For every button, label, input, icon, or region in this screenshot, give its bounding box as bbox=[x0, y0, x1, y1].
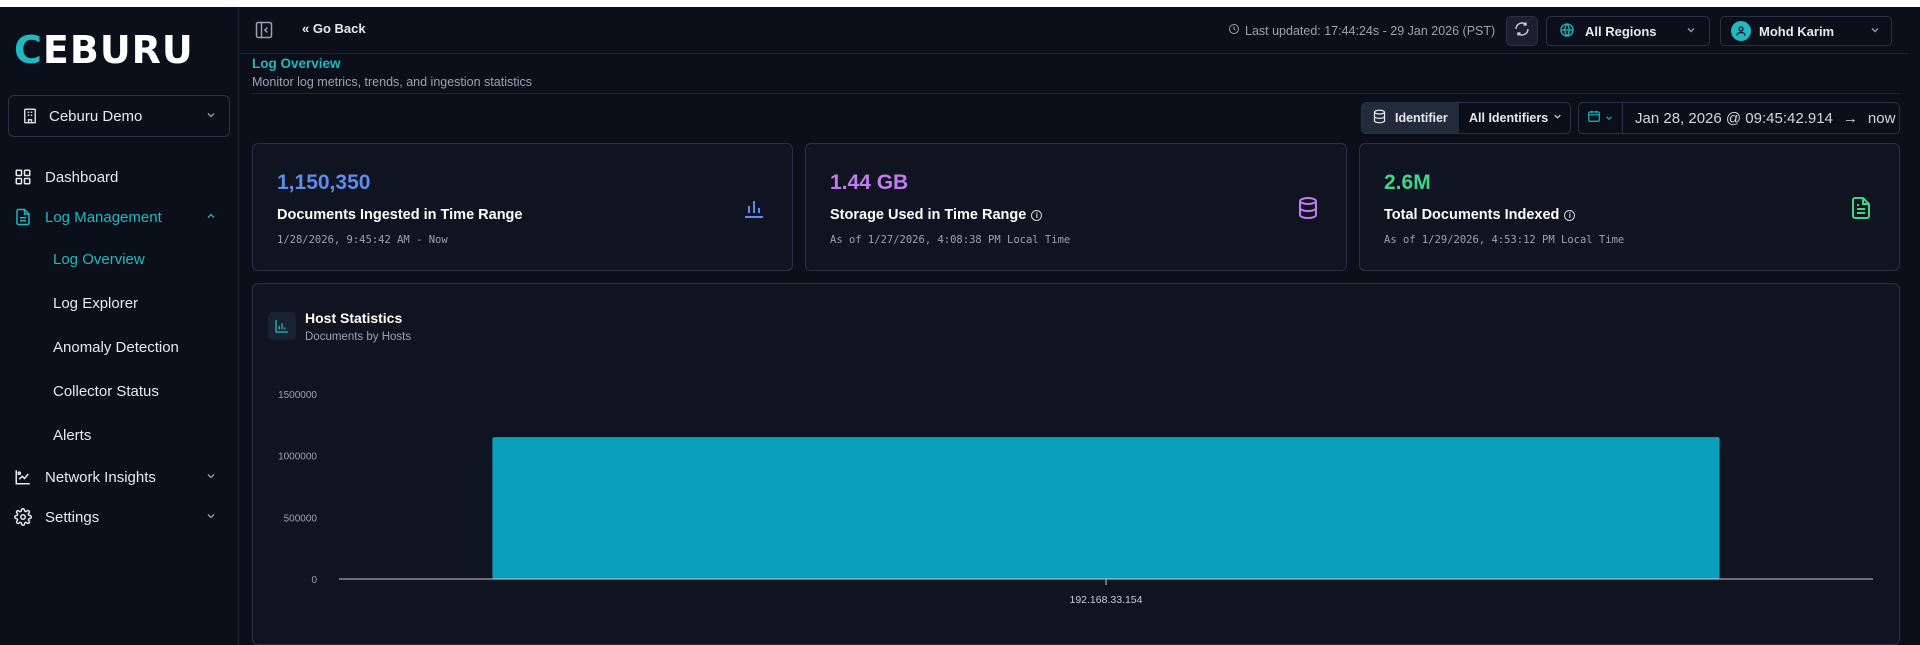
sidebar-item-label: Settings bbox=[45, 508, 100, 526]
gear-icon bbox=[14, 508, 32, 526]
refresh-button[interactable] bbox=[1506, 16, 1538, 46]
y-tick-label: 1000000 bbox=[278, 452, 317, 463]
document-icon bbox=[14, 208, 32, 226]
calendar-button[interactable] bbox=[1579, 103, 1623, 133]
file-text-icon bbox=[1849, 196, 1873, 220]
divider bbox=[252, 93, 1900, 94]
clock-icon bbox=[1228, 23, 1240, 38]
identifier-select[interactable]: All Identifiers bbox=[1459, 103, 1570, 133]
stat-card-total-documents: 2.6M Total Documents Indexed i As of 1/29… bbox=[1359, 143, 1900, 271]
bar bbox=[492, 437, 1720, 579]
stat-meta: 1/28/2026, 9:45:42 AM - Now bbox=[277, 234, 448, 246]
database-icon bbox=[1372, 109, 1387, 127]
chevron-down-icon bbox=[1685, 24, 1697, 39]
stat-label: Storage Used in Time Range i bbox=[830, 207, 1043, 223]
sidebar: CEBURU Ceburu Demo Dashboard Log Managem… bbox=[0, 7, 239, 645]
avatar bbox=[1731, 21, 1751, 41]
workspace-selector[interactable]: Ceburu Demo bbox=[8, 95, 230, 137]
stat-label: Documents Ingested in Time Range bbox=[277, 207, 523, 223]
chevron-down-icon bbox=[205, 470, 217, 485]
page-title: Log Overview bbox=[252, 56, 341, 71]
identifier-label: Identifier bbox=[1362, 103, 1459, 133]
chevron-down-icon bbox=[205, 510, 217, 525]
stat-value: 1,150,350 bbox=[277, 171, 371, 194]
host-bar-chart: 0 500000 1000000 1500000 192.168.33.154 bbox=[278, 390, 1873, 606]
sidebar-item-network-insights[interactable]: Network Insights bbox=[0, 457, 239, 497]
sidebar-item-label: Dashboard bbox=[45, 168, 119, 186]
chevron-down-icon bbox=[1552, 111, 1563, 125]
sidebar-subitem-collector-status[interactable]: Collector Status bbox=[0, 369, 239, 413]
host-statistics-panel: Host Statistics Documents by Hosts 0 5000… bbox=[252, 283, 1900, 645]
sidebar-item-log-management[interactable]: Log Management bbox=[0, 197, 239, 237]
stat-card-storage-used: 1.44 GB Storage Used in Time Range i As o… bbox=[805, 143, 1347, 271]
y-tick-label: 1500000 bbox=[278, 390, 317, 401]
y-tick-label: 500000 bbox=[284, 513, 318, 524]
calendar-icon bbox=[1587, 109, 1601, 127]
sidebar-subitem-alerts[interactable]: Alerts bbox=[0, 413, 239, 457]
stat-meta: As of 1/27/2026, 4:08:38 PM Local Time bbox=[830, 234, 1071, 246]
page-subtitle: Monitor log metrics, trends, and ingesti… bbox=[252, 75, 532, 89]
sidebar-subitem-log-overview[interactable]: Log Overview bbox=[0, 237, 239, 281]
stat-label: Total Documents Indexed i bbox=[1384, 207, 1576, 223]
bar-chart-icon bbox=[742, 196, 766, 220]
top-bar: « Go Back Last updated: 17:44:24s - 29 J… bbox=[240, 7, 1908, 54]
user-menu[interactable]: Mohd Karim bbox=[1720, 16, 1892, 46]
stat-value: 1.44 GB bbox=[830, 171, 909, 194]
x-tick-label: 192.168.33.154 bbox=[1070, 594, 1143, 606]
workspace-name: Ceburu Demo bbox=[49, 107, 143, 125]
stat-card-documents-ingested: 1,150,350 Documents Ingested in Time Ran… bbox=[252, 143, 793, 271]
stat-value: 2.6M bbox=[1384, 171, 1431, 194]
building-icon bbox=[21, 107, 39, 125]
user-name: Mohd Karim bbox=[1759, 23, 1835, 39]
database-icon bbox=[1296, 196, 1320, 220]
ceburu-logo[interactable]: CEBURU bbox=[14, 27, 194, 73]
go-back-link[interactable]: « Go Back bbox=[302, 21, 366, 36]
dashboard-icon bbox=[14, 168, 32, 186]
sidebar-item-settings[interactable]: Settings bbox=[0, 497, 239, 537]
chevron-up-icon bbox=[205, 210, 217, 225]
sidebar-item-label: Network Insights bbox=[45, 468, 156, 486]
refresh-icon bbox=[1514, 21, 1530, 42]
page-header: Log Overview Monitor log metrics, trends… bbox=[252, 56, 532, 89]
last-updated-text: Last updated: 17:44:24s - 29 Jan 2026 (P… bbox=[1228, 23, 1495, 38]
chevron-down-icon bbox=[205, 108, 217, 125]
sidebar-collapse-icon[interactable] bbox=[254, 20, 274, 40]
globe-icon bbox=[1559, 22, 1575, 41]
identifier-filter: Identifier All Identifiers bbox=[1361, 102, 1571, 134]
network-chart-icon bbox=[14, 468, 32, 486]
region-label: All Regions bbox=[1585, 23, 1657, 39]
chevron-down-icon bbox=[1869, 24, 1881, 39]
region-selector[interactable]: All Regions bbox=[1546, 16, 1710, 46]
info-icon[interactable]: i bbox=[1031, 209, 1043, 221]
arrow-right-icon: → bbox=[1842, 109, 1858, 127]
sidebar-item-label: Log Management bbox=[45, 208, 162, 226]
chevron-down-icon bbox=[1604, 110, 1614, 127]
sidebar-item-dashboard[interactable]: Dashboard bbox=[0, 157, 239, 197]
y-tick-label: 0 bbox=[311, 575, 317, 586]
stat-meta: As of 1/29/2026, 4:53:12 PM Local Time bbox=[1384, 234, 1625, 246]
range-start[interactable]: Jan 28, 2026 @ 09:45:42.914 bbox=[1635, 110, 1833, 127]
sidebar-subitem-anomaly-detection[interactable]: Anomaly Detection bbox=[0, 325, 239, 369]
info-icon[interactable]: i bbox=[1564, 209, 1576, 221]
range-end[interactable]: now bbox=[1868, 110, 1896, 127]
sidebar-nav: Dashboard Log Management Log Overview Lo… bbox=[0, 157, 239, 537]
date-range-picker[interactable]: Jan 28, 2026 @ 09:45:42.914 → now bbox=[1578, 102, 1900, 134]
app-window: CEBURU Ceburu Demo Dashboard Log Managem… bbox=[0, 7, 1920, 645]
sidebar-subitem-log-explorer[interactable]: Log Explorer bbox=[0, 281, 239, 325]
